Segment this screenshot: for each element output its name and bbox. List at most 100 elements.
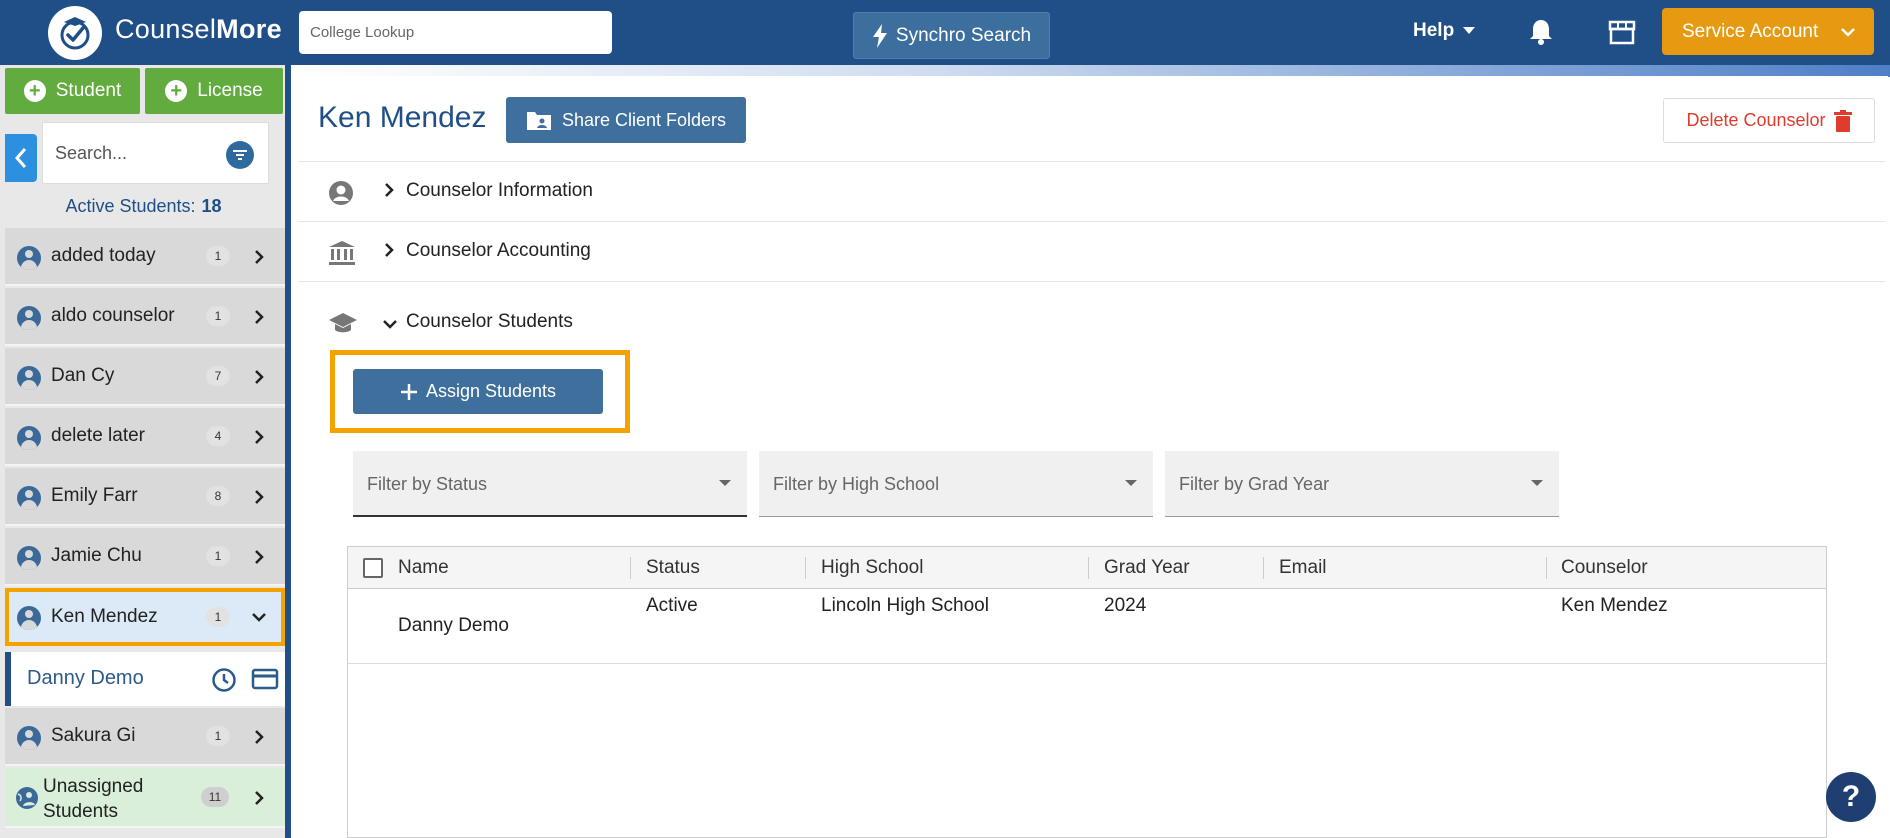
user-circle-icon <box>17 366 41 390</box>
bank-icon <box>328 240 356 271</box>
student-count-badge: 8 <box>206 486 230 506</box>
column-separator[interactable] <box>1263 557 1264 579</box>
caret-down-icon <box>1531 480 1543 486</box>
column-header-high-school[interactable]: High School <box>821 557 923 579</box>
column-header-status[interactable]: Status <box>646 557 700 579</box>
chevron-left-icon <box>14 148 27 168</box>
assign-students-button[interactable]: Assign Students <box>353 369 603 414</box>
page-title: Ken Mendez <box>318 101 487 134</box>
filter-status-label: Filter by Status <box>367 474 488 494</box>
service-account-button[interactable]: Service Account <box>1662 8 1874 55</box>
college-lookup-input[interactable] <box>299 11 612 54</box>
filter-status-dropdown[interactable]: Filter by Status <box>353 451 747 517</box>
chevron-right-icon[interactable] <box>249 425 269 449</box>
student-count-badge: 1 <box>206 726 230 746</box>
sidebar-item-unassigned[interactable]: Unassigned Students 11 <box>5 768 285 828</box>
select-all-checkbox[interactable] <box>363 558 383 578</box>
column-separator[interactable] <box>1088 557 1089 579</box>
logo-text[interactable]: CounselMore <box>115 14 282 45</box>
help-menu[interactable]: Help <box>1413 20 1476 42</box>
column-separator[interactable] <box>1546 557 1547 579</box>
share-client-folders-label: Share Client Folders <box>561 109 727 130</box>
column-separator[interactable] <box>630 557 631 579</box>
sidebar-item-counselor[interactable]: Dan Cy 7 <box>5 348 285 406</box>
counselor-information-section[interactable]: Counselor Information <box>298 161 1885 221</box>
column-header-counselor[interactable]: Counselor <box>1561 557 1648 579</box>
sidebar-item-counselor-selected[interactable]: Ken Mendez 1 <box>5 588 285 646</box>
section-label: Counselor Accounting <box>406 240 591 261</box>
counselor-accounting-section[interactable]: Counselor Accounting <box>298 221 1885 281</box>
column-separator[interactable] <box>805 557 806 579</box>
chevron-right-icon[interactable] <box>249 305 269 329</box>
bell-icon[interactable] <box>1528 18 1554 51</box>
table-header: Name Status High School Grad Year Email … <box>348 547 1826 589</box>
sidebar-student-item[interactable]: Danny Demo <box>5 652 285 706</box>
filter-grad-year-label: Filter by Grad Year <box>1179 474 1330 494</box>
filter-high-school-dropdown[interactable]: Filter by High School <box>759 451 1153 517</box>
credit-card-icon[interactable] <box>251 668 279 695</box>
filter-grad-year-dropdown[interactable]: Filter by Grad Year <box>1165 451 1559 517</box>
students-table: Name Status High School Grad Year Email … <box>347 546 1827 838</box>
store-icon[interactable] <box>1608 18 1636 51</box>
lightning-icon <box>872 23 887 48</box>
student-count-badge: 1 <box>206 306 230 326</box>
student-name: Danny Demo <box>27 667 144 689</box>
column-header-email[interactable]: Email <box>1279 557 1327 579</box>
student-search-box <box>42 122 269 184</box>
caret-down-icon <box>719 480 731 486</box>
counselor-name: Emily Farr <box>51 485 138 506</box>
sidebar-item-counselor[interactable]: Emily Farr 8 <box>5 468 285 526</box>
add-license-label: License <box>197 80 263 101</box>
globe-user-icon <box>15 786 39 815</box>
synchro-search-label: Synchro Search <box>895 24 1032 46</box>
user-circle-icon <box>17 246 41 270</box>
add-student-button[interactable]: + Student <box>5 68 140 114</box>
chevron-right-icon[interactable] <box>249 545 269 569</box>
help-label: Help <box>1413 20 1455 41</box>
caret-down-icon <box>1125 480 1137 486</box>
chevron-right-icon[interactable] <box>249 365 269 389</box>
user-circle-icon <box>17 546 41 570</box>
delete-counselor-button[interactable]: Delete Counselor <box>1663 98 1875 143</box>
unassigned-students-label: Unassigned Students <box>43 776 144 822</box>
plus-circle-icon: + <box>165 80 188 102</box>
user-circle-icon <box>17 426 41 450</box>
active-students-count: Active Students: 18 <box>65 196 222 216</box>
student-count-badge: 7 <box>206 366 230 386</box>
filter-icon[interactable] <box>226 141 254 169</box>
share-client-folders-button[interactable]: Share Client Folders <box>506 97 746 143</box>
chevron-down-icon[interactable] <box>249 605 269 629</box>
sidebar-item-counselor[interactable]: Sakura Gi 1 <box>5 708 285 766</box>
service-account-label: Service Account <box>1682 20 1819 42</box>
logo-icon[interactable] <box>48 6 102 60</box>
clock-icon[interactable] <box>211 667 237 698</box>
user-circle-icon <box>17 606 41 630</box>
user-circle-icon <box>17 306 41 330</box>
sidebar-item-counselor[interactable]: added today 1 <box>5 228 285 286</box>
chevron-right-icon[interactable] <box>249 786 269 810</box>
student-search-input[interactable] <box>55 143 205 164</box>
chevron-right-icon[interactable] <box>249 485 269 509</box>
sidebar-divider <box>285 65 291 838</box>
column-header-name[interactable]: Name <box>398 557 449 579</box>
collapse-sidebar-button[interactable] <box>5 134 37 182</box>
synchro-search-button[interactable]: Synchro Search <box>853 12 1050 59</box>
cell-counselor: Ken Mendez <box>1561 595 1668 616</box>
chevron-right-icon[interactable] <box>249 245 269 269</box>
table-row[interactable]: Danny Demo Active Lincoln High School 20… <box>348 589 1826 664</box>
sidebar-item-counselor[interactable]: aldo counselor 1 <box>5 288 285 346</box>
sidebar-item-counselor[interactable]: delete later 4 <box>5 408 285 466</box>
add-license-button[interactable]: + License <box>145 68 283 114</box>
chevron-down-icon <box>1841 27 1856 37</box>
counselor-students-section[interactable]: Counselor Students <box>298 281 1885 351</box>
sidebar-item-counselor[interactable]: Jamie Chu 1 <box>5 528 285 586</box>
plus-circle-icon: + <box>23 80 46 102</box>
graduation-cap-icon <box>328 312 358 339</box>
chevron-right-icon[interactable] <box>249 725 269 749</box>
help-question-icon[interactable]: ? <box>1826 772 1876 822</box>
student-count-badge: 1 <box>206 607 230 627</box>
trash-icon <box>1833 109 1852 132</box>
counselor-name: delete later <box>51 425 146 446</box>
user-circle-icon <box>328 180 354 211</box>
column-header-grad-year[interactable]: Grad Year <box>1104 557 1190 579</box>
